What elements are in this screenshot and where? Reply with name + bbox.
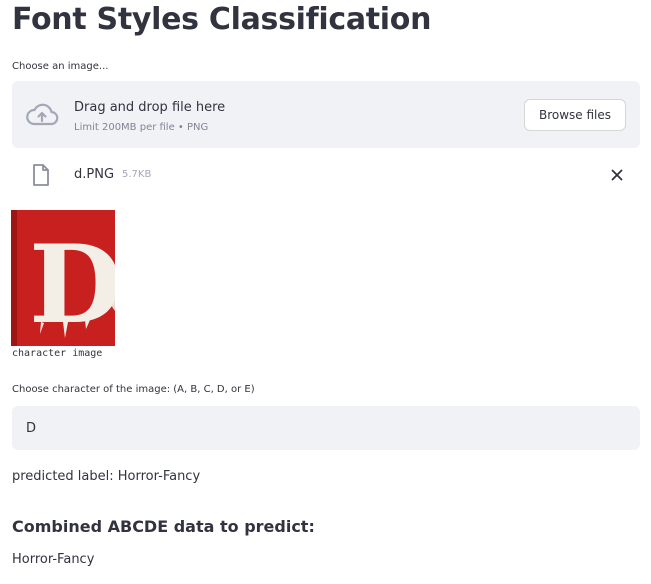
character-input[interactable] [12,406,640,450]
uploaded-file-row: d.PNG 5.7KB [12,157,640,193]
dropzone-limit-text: Limit 200MB per file • PNG [74,122,209,133]
combined-data-heading: Combined ABCDE data to predict: [12,517,315,536]
page-title: Font Styles Classification [12,2,432,37]
file-icon [33,164,49,186]
dropzone-instructions: Drag and drop file here [74,100,226,115]
uploaded-file-name: d.PNG [74,167,115,182]
character-image: D C [11,210,115,346]
combined-prediction-result: Horror-Fancy [12,552,95,567]
browse-files-button[interactable]: Browse files [524,99,626,131]
cloud-upload-icon [26,103,59,126]
image-caption: character image [12,348,103,359]
svg-text:C: C [105,245,115,339]
character-input-label: Choose character of the image: (A, B, C,… [12,384,255,395]
close-icon[interactable] [610,168,624,182]
file-dropzone[interactable]: Drag and drop file here Limit 200MB per … [12,81,640,148]
file-uploader-label: Choose an image... [12,61,109,72]
uploaded-file-size: 5.7KB [122,169,152,180]
predicted-label-text: predicted label: Horror-Fancy [12,469,201,484]
